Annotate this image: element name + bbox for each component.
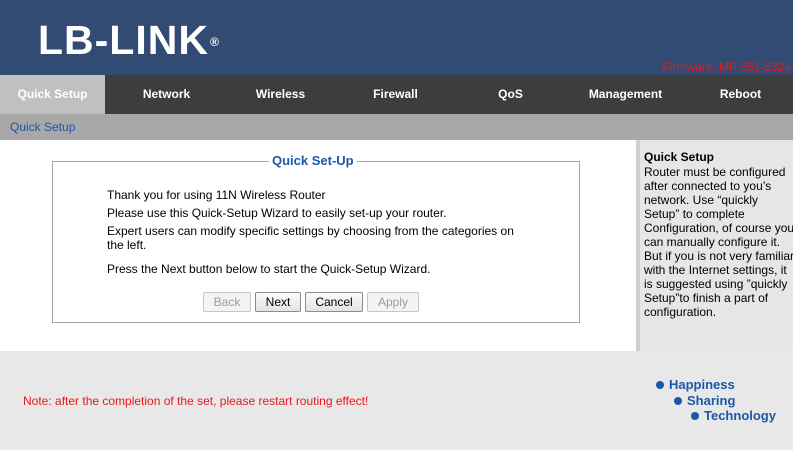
sub-nav: Quick Setup (0, 114, 793, 140)
nav-tab-reboot[interactable]: Reboot (688, 75, 793, 114)
nav-tab-qos[interactable]: QoS (458, 75, 563, 114)
slogan-text: Technology (704, 408, 776, 423)
bullet-dot-icon (674, 396, 682, 405)
slogan-line: Happiness (656, 377, 735, 392)
slogan-text: Happiness (669, 377, 735, 392)
bullet-dot-icon (691, 411, 699, 420)
help-text: Router must be configured after connecte… (644, 165, 793, 319)
apply-button[interactable]: Apply (367, 292, 419, 312)
slogan-line: Technology (691, 408, 776, 423)
next-button[interactable]: Next (255, 292, 301, 312)
main-nav: Quick Setup Network Wireless Firewall Qo… (0, 75, 793, 114)
main-content: Quick Set-Up Thank you for using 11N Wir… (0, 140, 636, 351)
nav-tab-network[interactable]: Network (105, 75, 228, 114)
bullet-dot-icon (656, 380, 664, 389)
cancel-button[interactable]: Cancel (305, 292, 363, 312)
message-line: Press the Next button below to start the… (107, 262, 431, 276)
logo-text: LB-LINK (38, 17, 209, 63)
help-sidebar: Quick Setup Router must be configured af… (636, 140, 793, 351)
quick-setup-panel: Quick Set-Up Thank you for using 11N Wir… (52, 152, 580, 323)
help-title: Quick Setup (644, 150, 715, 164)
slogan-text: Sharing (687, 393, 736, 408)
nav-tab-management[interactable]: Management (563, 75, 688, 114)
footer: Note: after the completion of the set, p… (0, 351, 793, 450)
subnav-link-quick-setup[interactable]: Quick Setup (10, 120, 75, 134)
nav-tab-firewall[interactable]: Firewall (333, 75, 458, 114)
message-line: Expert users can modify specific setting… (107, 224, 514, 252)
logo-registered-mark: ® (209, 35, 220, 49)
header-bar: LB-LINK® Firmware: MP 351-532e (0, 0, 793, 75)
brand-logo: LB-LINK® (38, 18, 220, 62)
panel-title: Quick Set-Up (269, 152, 357, 170)
nav-tab-quick-setup[interactable]: Quick Setup (0, 75, 105, 114)
restart-note: Note: after the completion of the set, p… (23, 394, 369, 408)
firmware-version: Firmware: MP 351-532e (662, 60, 792, 74)
slogan-line: Sharing (674, 393, 735, 408)
message-line: Thank you for using 11N Wireless Router (107, 188, 326, 202)
back-button[interactable]: Back (203, 292, 251, 312)
wizard-buttons: Back Next Cancel Apply (203, 292, 419, 312)
nav-tab-wireless[interactable]: Wireless (228, 75, 333, 114)
message-line: Please use this Quick-Setup Wizard to ea… (107, 206, 447, 220)
